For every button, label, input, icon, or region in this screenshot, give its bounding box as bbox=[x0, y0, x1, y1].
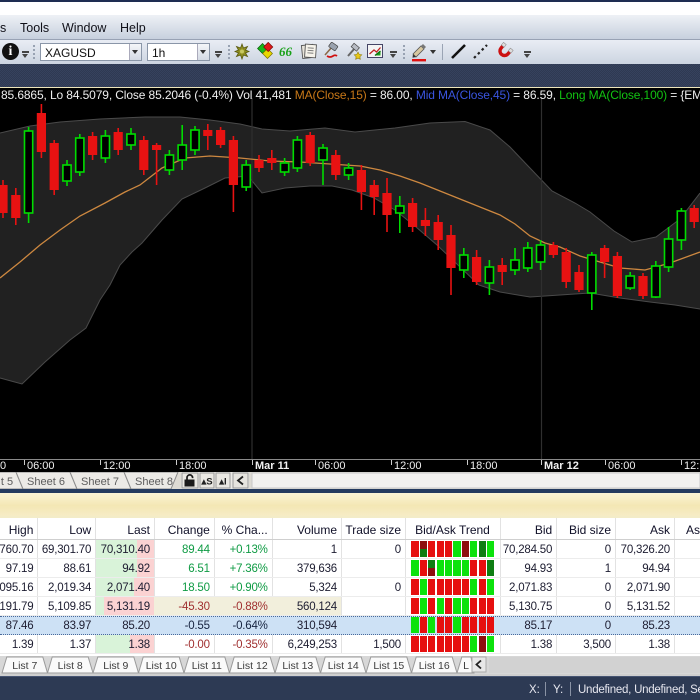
svg-text:▴S: ▴S bbox=[200, 477, 212, 488]
svg-text:List 13: List 13 bbox=[282, 660, 313, 672]
svg-text:L: L bbox=[463, 660, 469, 672]
svg-text:List 7: List 7 bbox=[12, 660, 37, 672]
svg-text:List 16: List 16 bbox=[419, 660, 450, 672]
svg-text:List 9: List 9 bbox=[103, 660, 128, 672]
svg-text:Sheet 7: Sheet 7 bbox=[81, 476, 119, 488]
svg-text:▴I: ▴I bbox=[218, 477, 226, 488]
svg-text:Sheet 8: Sheet 8 bbox=[135, 476, 173, 488]
svg-text:List 14: List 14 bbox=[328, 660, 359, 672]
svg-text:t 5: t 5 bbox=[1, 476, 13, 488]
svg-text:List 12: List 12 bbox=[237, 660, 268, 672]
svg-text:Sheet 6: Sheet 6 bbox=[27, 476, 65, 488]
svg-text:List 10: List 10 bbox=[146, 660, 177, 672]
svg-text:List 11: List 11 bbox=[192, 660, 222, 672]
svg-text:List 15: List 15 bbox=[373, 660, 404, 672]
svg-text:List 8: List 8 bbox=[58, 660, 83, 672]
svg-text:66: 66 bbox=[279, 44, 293, 59]
